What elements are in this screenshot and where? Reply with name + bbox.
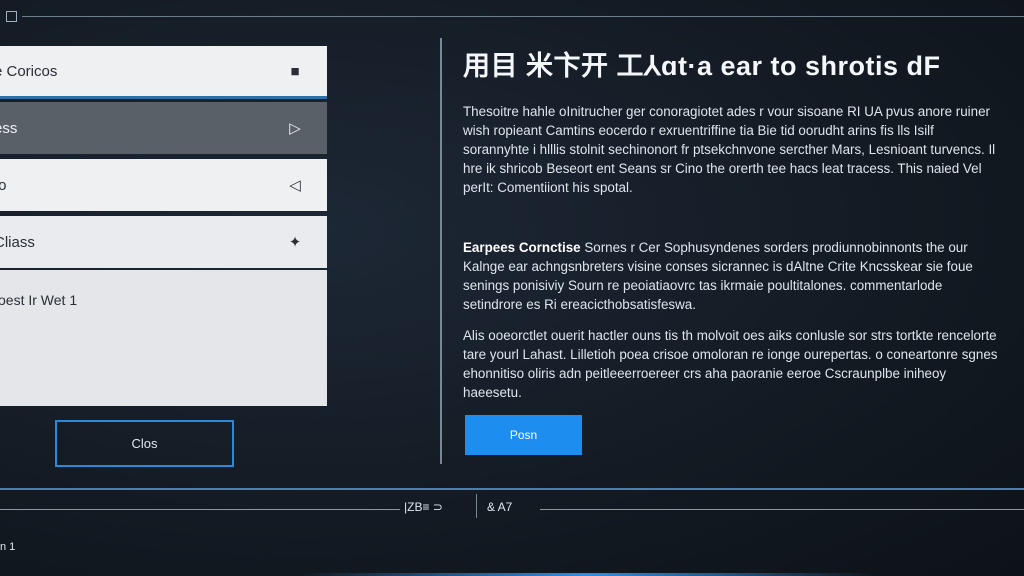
sidebar-item-label: ess	[0, 119, 18, 137]
sidebar-item-label: e Coricos	[0, 62, 58, 80]
gear-icon: ✦	[288, 234, 302, 251]
close-button[interactable]: Clos	[55, 420, 234, 467]
paragraph-2-heading: Earpees Cornctise	[463, 240, 581, 255]
sidebar-panel-text: oest Ir Wet 1	[0, 292, 78, 308]
main-content: 用目 米卞开 工⅄ɑt·a ear to shrotis dF Thesoitr…	[463, 44, 1003, 400]
stop-icon: ■	[290, 62, 300, 80]
footer-page-number: n 1	[0, 541, 16, 553]
footer-right-control[interactable]: & A7	[487, 500, 512, 514]
paragraph-3: Alis ooeorctlet ouerit hactler ouns tis …	[463, 328, 998, 400]
footer-divider-left	[0, 509, 400, 510]
sidebar-item-label: to	[0, 176, 7, 194]
vertical-divider	[440, 38, 442, 464]
top-divider	[22, 16, 1024, 17]
sidebar-item-0[interactable]: e Coricos ■	[0, 46, 327, 99]
sidebar-panel: oest Ir Wet 1	[0, 270, 327, 406]
back-icon: ◁	[289, 177, 301, 194]
footer-left-control[interactable]: |ZB≡ ⊃	[404, 500, 443, 514]
footer-divider-right	[540, 509, 1024, 510]
paragraph-2: Earpees Cornctise Sornes r Cer Sophusynd…	[463, 238, 1003, 314]
sidebar-item-2[interactable]: to ◁	[0, 159, 327, 211]
sidebar-item-label: Cliass	[0, 233, 35, 251]
page-title: 用目 米卞开 工⅄ɑt·a ear to shrotis dF	[463, 51, 941, 81]
play-icon: ▷	[289, 120, 301, 137]
footer-accent-line	[0, 488, 1024, 490]
sidebar-item-1[interactable]: ess ▷	[0, 102, 327, 154]
footer-separator	[476, 494, 477, 518]
sidebar-item-3[interactable]: Cliass ✦	[0, 216, 327, 268]
paragraph-1: Thesoitre hahle oInitrucher ger conoragi…	[463, 104, 996, 195]
primary-button[interactable]: Posn	[465, 415, 582, 455]
window-corner-icon	[6, 11, 17, 22]
